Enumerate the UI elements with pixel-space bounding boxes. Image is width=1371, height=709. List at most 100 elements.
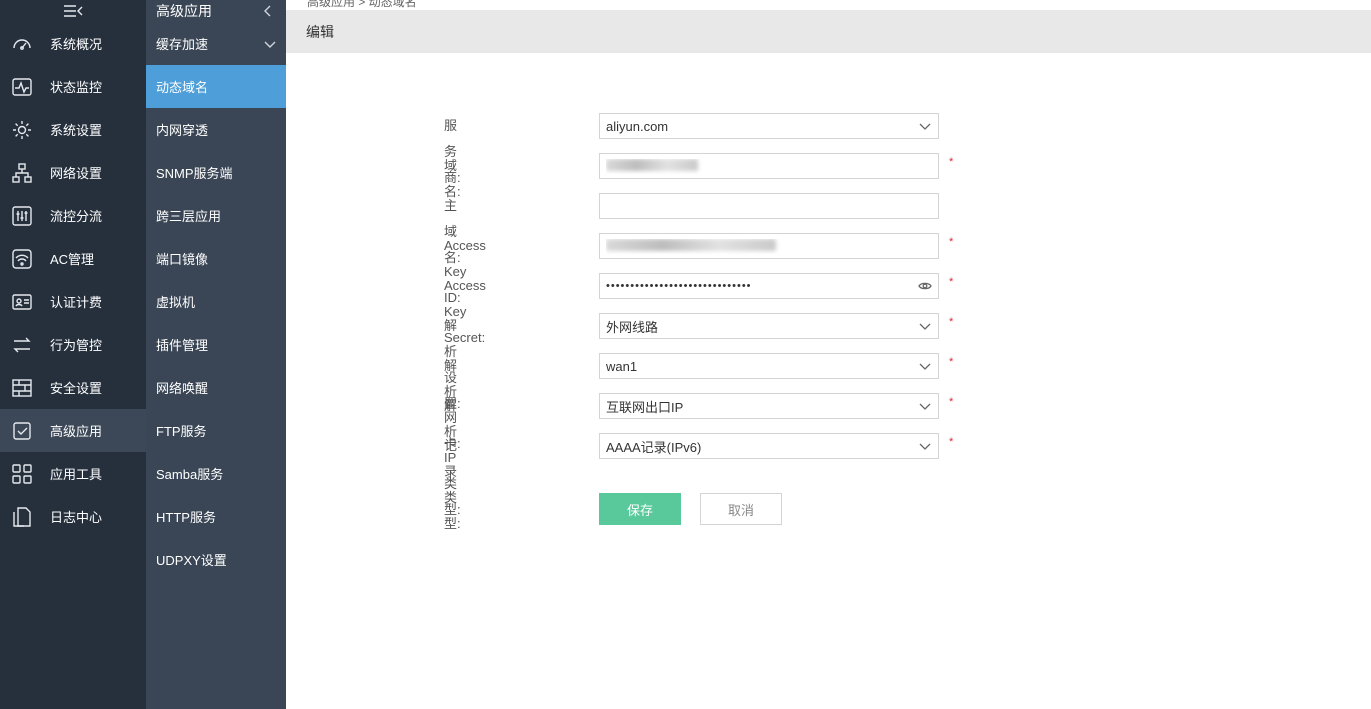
- resolve-setting-value: 外网线路: [606, 319, 659, 335]
- submenu-item[interactable]: 动态域名: [146, 65, 286, 108]
- arrows-icon: [11, 334, 33, 356]
- record-type-select[interactable]: AAAA记录(IPv6): [599, 433, 939, 459]
- sidebar-item[interactable]: 日志中心: [0, 495, 146, 538]
- save-button[interactable]: 保存: [599, 493, 681, 525]
- submenu-item[interactable]: HTTP服务: [146, 495, 286, 538]
- resolve-ip-type-value: 互联网出口IP: [606, 399, 684, 415]
- submenu-item-label: 网络唤醒: [156, 381, 209, 396]
- dashboard-icon: [11, 33, 33, 55]
- access-key-secret-label: Access Key Secret:: [444, 278, 486, 345]
- provider-label: 服务商:: [444, 118, 461, 185]
- submenu-item[interactable]: 端口镜像: [146, 237, 286, 280]
- check-board-icon: [11, 420, 33, 442]
- primary-sidebar: 系统概况状态监控系统设置网络设置流控分流 AC管理认证计费行为管控安全设置高级应用…: [0, 0, 146, 709]
- sidebar-item[interactable]: 流控分流: [0, 194, 146, 237]
- document-icon: [11, 506, 33, 528]
- submenu-item[interactable]: SNMP服务端: [146, 151, 286, 194]
- sidebar-item-label: 应用工具: [50, 467, 103, 482]
- redacted-text: [606, 158, 698, 171]
- required-mark: *: [949, 276, 954, 288]
- provider-select[interactable]: aliyun.com: [599, 113, 939, 139]
- chevron-down-icon: [919, 123, 931, 130]
- required-mark: *: [949, 236, 954, 248]
- sidebar-item[interactable]: AC管理: [0, 237, 146, 280]
- sidebar-item[interactable]: 认证计费: [0, 280, 146, 323]
- submenu-item-label: FTP服务: [156, 424, 207, 439]
- form-actions: 保存 取消: [599, 493, 782, 525]
- submenu-item-label: 虚拟机: [156, 295, 196, 310]
- submenu-item[interactable]: 网络唤醒: [146, 366, 286, 409]
- cancel-button[interactable]: 取消: [700, 493, 782, 525]
- submenu-item-label: 缓存加速: [156, 37, 209, 52]
- sidebar-item-label: 高级应用: [50, 424, 103, 439]
- submenu-item[interactable]: FTP服务: [146, 409, 286, 452]
- sidebar-item[interactable]: 状态监控: [0, 65, 146, 108]
- submenu-item-label: 跨三层应用: [156, 209, 222, 224]
- submenu-item-label: UDPXY设置: [156, 553, 227, 568]
- sidebar-item[interactable]: 网络设置: [0, 151, 146, 194]
- submenu-header: 高级应用: [146, 0, 286, 22]
- chevron-down-icon: [919, 363, 931, 370]
- resolve-nic-select[interactable]: wan1: [599, 353, 939, 379]
- sidebar-item-label: 认证计费: [50, 295, 103, 310]
- submenu-item[interactable]: 内网穿透: [146, 108, 286, 151]
- submenu-item-label: 端口镜像: [156, 252, 209, 267]
- submenu-item[interactable]: 虚拟机: [146, 280, 286, 323]
- pulse-icon: [11, 76, 33, 98]
- collapse-menu-button[interactable]: [0, 0, 146, 22]
- submenu-item[interactable]: 插件管理: [146, 323, 286, 366]
- sidebar-item[interactable]: 安全设置: [0, 366, 146, 409]
- submenu-title: 高级应用: [156, 3, 212, 19]
- submenu-item[interactable]: 缓存加速: [146, 22, 286, 65]
- eye-icon[interactable]: [918, 279, 932, 293]
- record-type-label: 记录类型:: [444, 438, 461, 531]
- required-mark: *: [949, 436, 954, 448]
- sidebar-item-label: 流控分流: [50, 209, 103, 224]
- submenu-item-label: SNMP服务端: [156, 166, 233, 181]
- access-key-id-value: [606, 238, 932, 254]
- sidebar-item-label: 状态监控: [50, 80, 103, 95]
- resolve-ip-type-select[interactable]: 互联网出口IP: [599, 393, 939, 419]
- chevron-down-icon: [919, 443, 931, 450]
- required-mark: *: [949, 356, 954, 368]
- resolve-setting-label: 解析设置:: [444, 318, 461, 411]
- main-domain-label: 主域名:: [444, 198, 461, 265]
- breadcrumb: 高级应用 > 动态域名: [307, 0, 417, 9]
- id-card-icon: [11, 291, 33, 313]
- access-key-id-input[interactable]: [599, 233, 939, 259]
- submenu-item[interactable]: UDPXY设置: [146, 538, 286, 581]
- redacted-text: [606, 238, 776, 251]
- main-domain-input[interactable]: [599, 193, 939, 219]
- sidebar-item[interactable]: 行为管控: [0, 323, 146, 366]
- sidebar-item-label: 日志中心: [50, 510, 103, 525]
- access-key-secret-input[interactable]: ••••••••••••••••••••••••••••••: [599, 273, 939, 299]
- sidebar-item[interactable]: 高级应用: [0, 409, 146, 452]
- resolve-setting-select[interactable]: 外网线路: [599, 313, 939, 339]
- submenu-item[interactable]: 跨三层应用: [146, 194, 286, 237]
- secondary-sidebar: 高级应用 缓存加速动态域名内网穿透 SNMP服务端 跨三层应用端口镜像虚拟机插件管理…: [146, 0, 286, 709]
- main-content: 高级应用 > 动态域名 编辑 服务商: aliyun.com 域名: * 主域名: [286, 0, 1371, 709]
- chevron-left-icon[interactable]: [262, 5, 274, 17]
- sidebar-item-label: 安全设置: [50, 381, 103, 396]
- sidebar-item-label: 系统概况: [50, 37, 103, 52]
- submenu-item-label: 动态域名: [156, 80, 209, 95]
- gear-icon: [11, 119, 33, 141]
- submenu-item-label: HTTP服务: [156, 510, 216, 525]
- sliders-icon: [11, 205, 33, 227]
- submenu-item[interactable]: Samba服务: [146, 452, 286, 495]
- sidebar-item[interactable]: 应用工具: [0, 452, 146, 495]
- network-icon: [11, 162, 33, 184]
- sidebar-item-label: 网络设置: [50, 166, 103, 181]
- firewall-icon: [11, 377, 33, 399]
- chevron-down-icon: [919, 403, 931, 410]
- sidebar-item[interactable]: 系统设置: [0, 108, 146, 151]
- chevron-down-icon: [264, 41, 276, 48]
- submenu-item-label: 插件管理: [156, 338, 209, 353]
- required-mark: *: [949, 316, 954, 328]
- resolve-nic-value: wan1: [606, 358, 638, 374]
- domain-value: [606, 158, 932, 174]
- sidebar-item[interactable]: 系统概况: [0, 22, 146, 65]
- apps-icon: [11, 463, 33, 485]
- sidebar-item-label: 系统设置: [50, 123, 103, 138]
- domain-input[interactable]: [599, 153, 939, 179]
